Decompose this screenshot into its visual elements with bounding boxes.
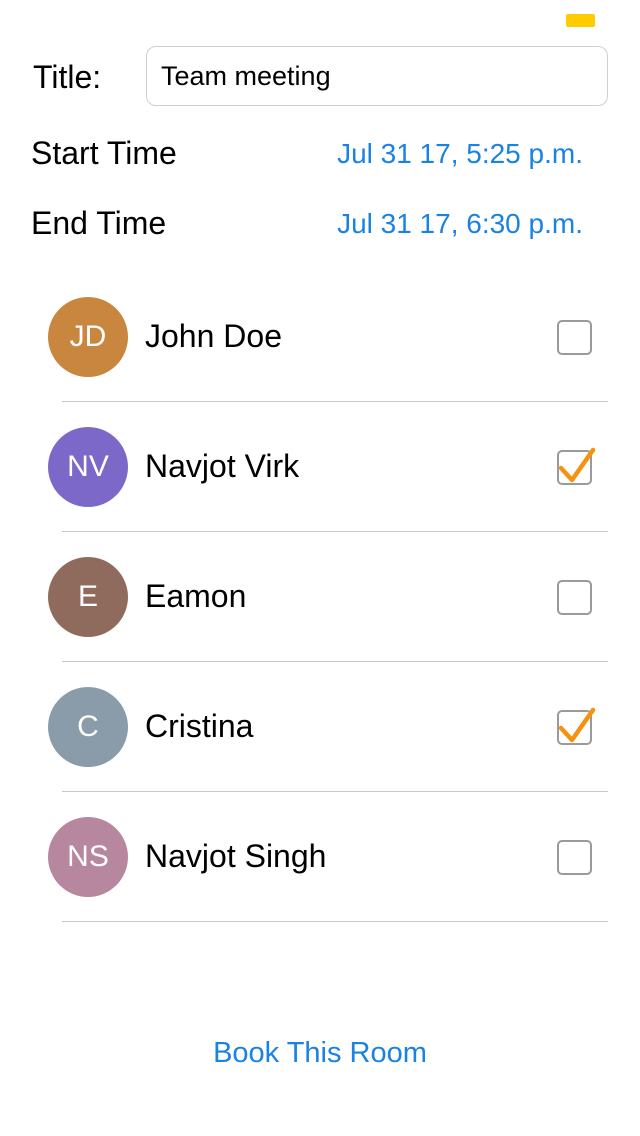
start-time-label: Start Time [31, 135, 177, 171]
start-time-value[interactable]: Jul 31 17, 5:25 p.m. [337, 135, 583, 173]
attendee-list: JD John Doe NV Navjot Virk E Eamon C Cri… [0, 272, 640, 922]
attendee-checkbox[interactable] [557, 840, 592, 875]
attendee-checkbox[interactable] [557, 580, 592, 615]
attendee-row[interactable]: C Cristina [0, 662, 640, 792]
attendee-row[interactable]: NS Navjot Singh [0, 792, 640, 922]
attendee-name: Navjot Singh [145, 838, 327, 874]
attendee-row[interactable]: JD John Doe [0, 272, 640, 402]
attendee-name: Navjot Virk [145, 448, 300, 484]
title-input[interactable] [146, 46, 608, 106]
avatar: JD [48, 297, 128, 377]
attendee-name: Cristina [145, 708, 254, 744]
avatar: C [48, 687, 128, 767]
avatar: NS [48, 817, 128, 897]
checkmark-icon [558, 707, 596, 743]
attendee-row[interactable]: E Eamon [0, 532, 640, 662]
attendee-name: Eamon [145, 578, 247, 614]
battery-indicator [566, 14, 595, 27]
start-time-row[interactable]: Start Time Jul 31 17, 5:25 p.m. [0, 131, 640, 175]
avatar: NV [48, 427, 128, 507]
title-row: Title: [0, 46, 640, 106]
title-label: Title: [33, 59, 102, 95]
attendee-row[interactable]: NV Navjot Virk [0, 402, 640, 532]
attendee-checkbox[interactable] [557, 707, 596, 745]
end-time-value[interactable]: Jul 31 17, 6:30 p.m. [337, 205, 583, 243]
attendee-name: John Doe [145, 318, 282, 354]
end-time-label: End Time [31, 205, 167, 241]
checkmark-icon [558, 447, 596, 483]
end-time-row[interactable]: End Time Jul 31 17, 6:30 p.m. [0, 201, 640, 245]
book-room-button[interactable]: Book This Room [0, 1032, 640, 1074]
attendee-checkbox[interactable] [557, 447, 596, 485]
attendee-checkbox[interactable] [557, 320, 592, 355]
row-divider [62, 921, 608, 922]
avatar: E [48, 557, 128, 637]
